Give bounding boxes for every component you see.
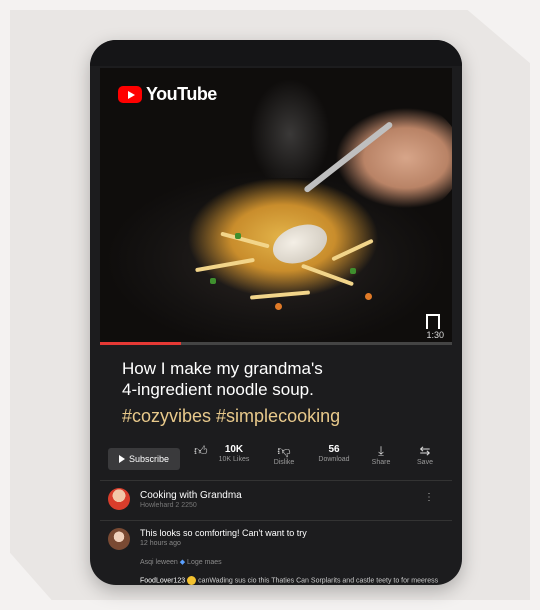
channel-row[interactable]: Cooking with Grandma Howlehard 2 2250 ⋮ bbox=[108, 488, 448, 514]
noodle bbox=[195, 257, 255, 273]
channel-avatar[interactable] bbox=[108, 488, 130, 510]
comment-meta-b[interactable]: Loge maes bbox=[187, 559, 222, 566]
youtube-wordmark: YouTube bbox=[146, 84, 217, 104]
subscribe-button[interactable]: Subscribe bbox=[108, 448, 180, 470]
video-title-line-2: 4-ingredient noodle soup. bbox=[122, 380, 314, 399]
youtube-play-icon bbox=[118, 86, 142, 103]
thumbs-down-icon: 👎︎ bbox=[277, 443, 291, 458]
dislike-label: Dislike bbox=[273, 459, 295, 466]
video-title-line-1: How I make my grandma's bbox=[122, 359, 323, 378]
carrot bbox=[275, 303, 282, 310]
status-bar bbox=[90, 40, 462, 66]
divider bbox=[100, 520, 452, 521]
share-icon: ⇆ bbox=[419, 443, 431, 458]
dislike-button[interactable]: 👎︎ Dislike bbox=[264, 444, 304, 467]
comment-text: This looks so comforting! Can't want to … bbox=[140, 528, 307, 538]
herb bbox=[235, 233, 241, 239]
video-progress-bar[interactable] bbox=[100, 342, 452, 345]
noodle bbox=[220, 231, 270, 249]
save-button[interactable]: ⇆ Save bbox=[408, 444, 442, 467]
emoji-icon bbox=[187, 576, 197, 585]
phone-frame: YouTube 1:30 How I make my grandma's 4-i… bbox=[90, 40, 462, 585]
video-title: How I make my grandma's 4-ingredient noo… bbox=[122, 358, 432, 400]
channel-subtitle: Howlehard 2 2250 bbox=[140, 502, 197, 509]
carrot bbox=[365, 293, 372, 300]
share-label: Share bbox=[371, 459, 391, 466]
herb bbox=[210, 278, 216, 284]
save-label: Save bbox=[417, 459, 433, 466]
comment-meta: Asqi leween ◆ Loge maes bbox=[140, 558, 222, 566]
bookmark-icon[interactable] bbox=[426, 314, 440, 329]
like-count: 10K 10K Likes bbox=[212, 444, 256, 464]
download-button[interactable]: 56 Download bbox=[314, 444, 354, 464]
diamond-icon: ◆ bbox=[179, 559, 186, 566]
noodle bbox=[249, 290, 311, 300]
youtube-logo: YouTube bbox=[118, 84, 217, 105]
comment-meta-a[interactable]: Asqi leween bbox=[140, 559, 178, 566]
video-player[interactable]: YouTube 1:30 bbox=[100, 68, 452, 342]
reply: FoodLover123 canWading sus cio this That… bbox=[140, 576, 440, 585]
download-count: 56 bbox=[328, 444, 340, 455]
more-vertical-icon[interactable]: ⋮ bbox=[424, 492, 434, 503]
hashtags[interactable]: #cozyvibes #simplecooking bbox=[122, 406, 340, 427]
play-icon bbox=[118, 455, 125, 463]
download-label: Download bbox=[318, 456, 350, 463]
comment-time: 12 hours ago bbox=[140, 540, 181, 547]
commenter-avatar[interactable] bbox=[108, 528, 130, 550]
steam-decoration bbox=[250, 68, 330, 178]
reply-user[interactable]: FoodLover123 bbox=[140, 577, 185, 584]
action-bar: Subscribe 👍︎ 10K 10K Likes 👎︎ Dislike 56… bbox=[108, 444, 450, 474]
thumbs-up-icon: 👍︎ bbox=[194, 443, 208, 458]
like-count-value: 10K bbox=[224, 444, 244, 455]
channel-name[interactable]: Cooking with Grandma bbox=[140, 490, 242, 501]
download-icon: ⤓ bbox=[378, 443, 384, 458]
reply-text: canWading sus cio this Thaties Can Sorpl… bbox=[198, 577, 439, 585]
herb bbox=[350, 268, 356, 274]
noodle bbox=[331, 238, 374, 262]
like-button[interactable]: 👍︎ bbox=[194, 444, 208, 458]
video-duration: 1:30 bbox=[426, 330, 444, 340]
like-count-label: 10K Likes bbox=[218, 456, 250, 463]
subscribe-label: Subscribe bbox=[128, 454, 170, 464]
spoon-bowl bbox=[267, 217, 333, 271]
video-progress-fill bbox=[100, 342, 181, 345]
noodle bbox=[300, 263, 355, 287]
share-button[interactable]: ⤓ Share bbox=[364, 444, 398, 467]
divider bbox=[100, 480, 452, 481]
